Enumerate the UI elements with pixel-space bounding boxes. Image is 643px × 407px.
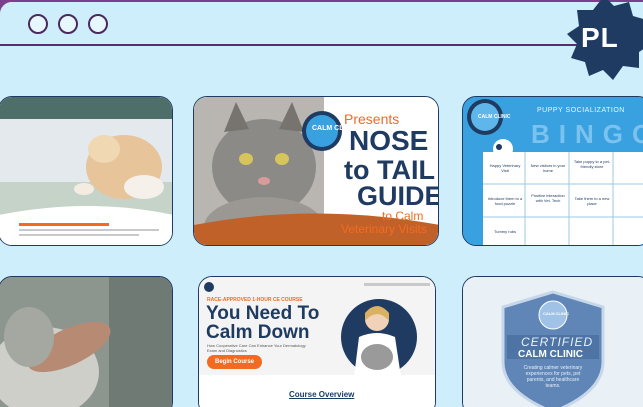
card-certified-calm-clinic[interactable]: CALM CLINIC CERTIFIED CALM CLINIC Creati…: [462, 276, 643, 407]
bingo-title: BINGO: [531, 119, 643, 149]
title-line-1: NOSE: [349, 125, 429, 156]
certified-logo-text: CALM CLINIC: [543, 311, 569, 316]
certified-tagline: Creating calmer veterinary experiences f…: [523, 365, 583, 389]
subtitle-line-2: Veterinary Visits: [341, 222, 427, 236]
title-bar: [0, 2, 643, 46]
subtitle-line-1: to Calm: [382, 209, 424, 223]
certified-clinic-label: CALM CLINIC: [518, 349, 583, 360]
window-control-dot[interactable]: [88, 14, 108, 34]
window-control-dot[interactable]: [28, 14, 48, 34]
bingo-cell: New visitors in your home: [530, 163, 566, 173]
course-description: How Cooperative Care Can Enhance Your De…: [207, 343, 306, 353]
bingo-cell: Introduce them to a food puzzle: [487, 196, 523, 206]
card-puppy-socialization-bingo[interactable]: PUPPY SOCIALIZATION CALM CLINIC BINGO Ha…: [462, 96, 643, 246]
certified-label: CERTIFIED: [521, 335, 594, 349]
bingo-cell: Take them to a new place: [574, 196, 610, 206]
pl-badge: PL: [559, 0, 643, 84]
title-line-3: GUIDE: [357, 181, 439, 211]
browser-window: CALM CLINIC Presents NOSE to TAIL GUIDE …: [0, 2, 643, 407]
bingo-logo-text: CALM CLINIC: [478, 114, 511, 120]
bingo-cell: Take puppy to a pet-friendly store: [573, 159, 611, 169]
course-overview-heading: Course Overview: [289, 390, 355, 399]
cat-scratching-image: [0, 97, 172, 245]
window-control-dot[interactable]: [58, 14, 78, 34]
pl-badge-text: PL: [581, 22, 619, 53]
app-frame: CALM CLINIC Presents NOSE to TAIL GUIDE …: [0, 0, 643, 407]
bingo-cell: Happy Veterinary Visit: [489, 163, 521, 173]
begin-course-button[interactable]: Begin Course: [207, 355, 262, 369]
bingo-cell: Positive interaction with Vet. Tech: [531, 193, 565, 203]
card-you-need-to-calm-down-course[interactable]: RACE-APPROVED 1-HOUR CE COURSE You Need …: [198, 276, 436, 407]
bingo-cell: Tummy rubs: [493, 229, 517, 234]
bingo-header: PUPPY SOCIALIZATION: [537, 107, 625, 114]
card-dog-photo[interactable]: [0, 276, 173, 407]
card-cat-scratching[interactable]: [0, 96, 173, 246]
dog-photo-image: [0, 277, 172, 407]
card-nose-to-tail-guide[interactable]: CALM CLINIC Presents NOSE to TAIL GUIDE …: [193, 96, 439, 246]
course-title-line-2: Calm Down: [206, 322, 310, 343]
